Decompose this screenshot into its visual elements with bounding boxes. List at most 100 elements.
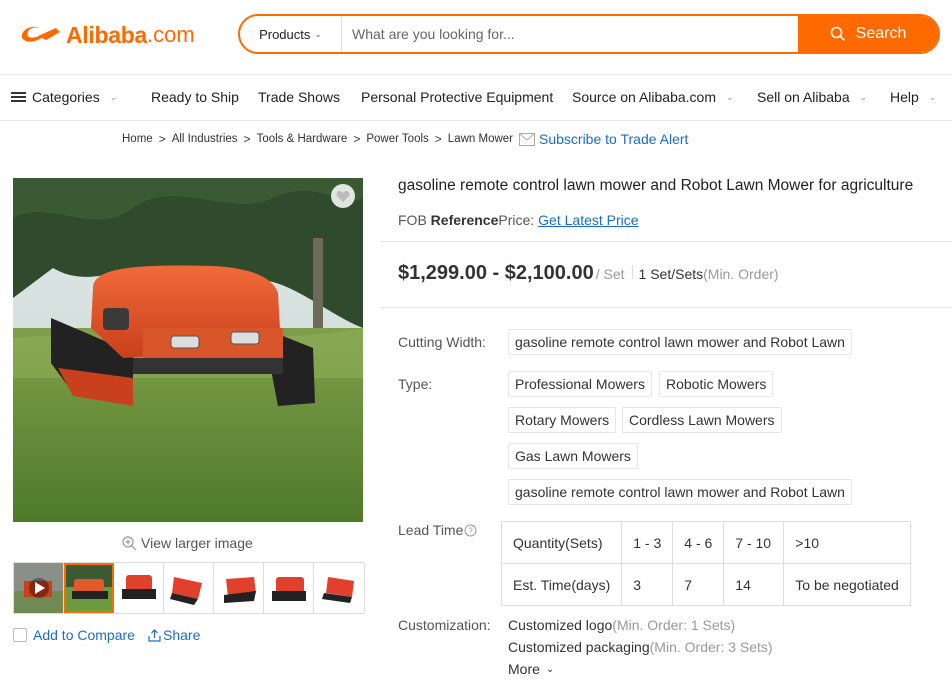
product-main-image[interactable] xyxy=(13,178,363,522)
table-cell: 7 xyxy=(672,563,725,606)
chevron-down-icon: ⌄ xyxy=(545,663,555,675)
product-title: gasoline remote control lawn mower and R… xyxy=(398,177,914,194)
lead-time-label-text: Lead Time xyxy=(398,522,464,538)
zoom-in-icon xyxy=(122,535,137,550)
cutting-width-label: Cutting Width: xyxy=(398,334,486,350)
price-unit: / Set xyxy=(595,266,625,282)
more-customization-button[interactable]: More ⌄ xyxy=(508,661,554,677)
breadcrumb-tools-hardware[interactable]: Tools & Hardware xyxy=(257,133,348,145)
thumbnail-image xyxy=(64,563,113,613)
customization-min-order: (Min. Order: 1 Sets) xyxy=(612,617,736,633)
heart-icon xyxy=(336,190,350,202)
table-cell: 3 xyxy=(621,563,674,606)
table-row: Est. Time(days) 3 7 14 To be negotiated xyxy=(500,563,912,606)
breadcrumb-lawn-mower[interactable]: Lawn Mower xyxy=(448,133,513,145)
thumbnail-4[interactable] xyxy=(214,563,264,613)
type-tag[interactable]: Gas Lawn Mowers xyxy=(508,443,638,469)
thumbnail-2[interactable] xyxy=(114,563,164,613)
thumbnail-3[interactable] xyxy=(164,563,214,613)
breadcrumb-home[interactable]: Home xyxy=(122,133,153,145)
type-tag[interactable]: gasoline remote control lawn mower and R… xyxy=(508,479,852,505)
divider xyxy=(380,241,952,242)
breadcrumb-separator: > xyxy=(158,132,166,146)
nav-item-label: Ready to Ship xyxy=(151,89,239,105)
min-order-label: (Min. Order) xyxy=(703,266,779,282)
table-cell: 14 xyxy=(723,563,785,606)
min-order-qty: 1 Set/Sets xyxy=(638,266,704,282)
thumbnail-image xyxy=(322,577,354,603)
menu-icon xyxy=(11,90,26,105)
nav-item-sell[interactable]: Sell on Alibaba ⌄ xyxy=(757,89,867,105)
alibaba-logo[interactable]: Alibaba .com xyxy=(18,20,195,50)
customization-min-order: (Min. Order: 3 Sets) xyxy=(649,639,773,655)
price-range: $1,299.00 - $2,100.00 xyxy=(398,262,594,284)
table-cell: >10 xyxy=(783,521,912,564)
logo-domain: .com xyxy=(146,22,195,47)
thumbnail-6[interactable] xyxy=(314,563,364,613)
breadcrumb: Home > All Industries > Tools & Hardware… xyxy=(122,131,688,147)
thumbnail-image xyxy=(272,577,306,601)
search-button[interactable]: Search xyxy=(798,16,938,52)
breadcrumb-power-tools[interactable]: Power Tools xyxy=(366,133,428,145)
breadcrumb-separator: > xyxy=(353,132,361,146)
thumbnail-image xyxy=(224,577,256,603)
chevron-down-icon: ⌄ xyxy=(314,28,322,39)
customization-item: Customized packaging(Min. Order: 3 Sets) xyxy=(508,639,773,655)
nav-item-ready-to-ship[interactable]: Ready to Ship xyxy=(151,89,239,105)
table-cell: 1 - 3 xyxy=(621,521,674,564)
chevron-down-icon: ⌄ xyxy=(859,91,868,102)
divider xyxy=(380,307,952,308)
search-input[interactable] xyxy=(342,16,798,52)
divider xyxy=(631,265,633,279)
subscribe-trade-alert-link[interactable]: Subscribe to Trade Alert xyxy=(519,131,688,147)
table-row: Quantity(Sets) 1 - 3 4 - 6 7 - 10 >10 xyxy=(500,521,912,564)
table-cell: 4 - 6 xyxy=(672,521,725,564)
chevron-down-icon: ⌄ xyxy=(928,91,937,102)
logo-word: Alibaba xyxy=(66,21,147,48)
svg-text:?: ? xyxy=(469,526,474,535)
chevron-down-icon: ⌄ xyxy=(725,91,734,102)
breadcrumb-all-industries[interactable]: All Industries xyxy=(172,133,238,145)
table-cell: 7 - 10 xyxy=(723,521,785,564)
thumbnail-image xyxy=(122,575,156,599)
add-to-compare[interactable]: Add to Compare xyxy=(13,627,135,643)
thumbnail-1[interactable] xyxy=(64,563,114,613)
chevron-down-icon: ⌄ xyxy=(109,91,118,102)
add-to-compare-label: Add to Compare xyxy=(33,627,135,643)
help-icon[interactable]: ? xyxy=(464,524,477,537)
search-category-label: Products xyxy=(259,26,311,42)
share-label: Share xyxy=(163,627,201,643)
lead-time-table: Quantity(Sets) 1 - 3 4 - 6 7 - 10 >10 Es… xyxy=(500,521,912,606)
thumbnail-image xyxy=(170,577,202,605)
breadcrumb-separator: > xyxy=(243,132,251,146)
type-tag[interactable]: Professional Mowers xyxy=(508,371,652,397)
nav-item-trade-shows[interactable]: Trade Shows xyxy=(258,89,340,105)
search-button-label: Search xyxy=(855,25,907,42)
type-tag[interactable]: Cordless Lawn Mowers xyxy=(622,407,782,433)
type-tag[interactable]: Robotic Mowers xyxy=(659,371,774,397)
nav-item-source[interactable]: Source on Alibaba.com ⌄ xyxy=(572,89,734,105)
alibaba-logo-icon xyxy=(21,26,60,42)
table-cell: Quantity(Sets) xyxy=(500,521,623,564)
thumbnail-5[interactable] xyxy=(264,563,314,613)
lead-time-label: Lead Time ? xyxy=(398,522,477,538)
nav-categories-label: Categories xyxy=(32,89,100,105)
search-category-select[interactable]: Products ⌄ xyxy=(240,16,342,52)
thumbnail-video[interactable] xyxy=(14,563,64,613)
nav-item-label: Source on Alibaba.com xyxy=(572,89,716,105)
customization-item: Customized logo(Min. Order: 1 Sets) xyxy=(508,617,735,633)
price-block: $1,299.00 - $2,100.00 / Set 1 Set/Sets (M… xyxy=(398,262,779,285)
nav-item-label: Trade Shows xyxy=(258,89,340,105)
top-nav: Categories ⌄ Ready to Ship Trade Shows P… xyxy=(0,74,952,121)
customization-label: Customization: xyxy=(398,617,491,633)
compare-checkbox[interactable] xyxy=(13,628,27,642)
get-latest-price-link[interactable]: Get Latest Price xyxy=(538,212,638,228)
nav-item-help[interactable]: Help ⌄ xyxy=(890,89,936,105)
type-tag[interactable]: Rotary Mowers xyxy=(508,407,617,433)
nav-categories[interactable]: Categories ⌄ xyxy=(11,89,117,105)
subscribe-trade-alert-label: Subscribe to Trade Alert xyxy=(539,131,689,147)
view-larger-image-link[interactable]: View larger image xyxy=(122,535,253,551)
nav-item-ppe[interactable]: Personal Protective Equipment xyxy=(361,89,553,105)
share-button[interactable]: Share xyxy=(148,627,200,643)
favorite-button[interactable] xyxy=(331,184,355,208)
